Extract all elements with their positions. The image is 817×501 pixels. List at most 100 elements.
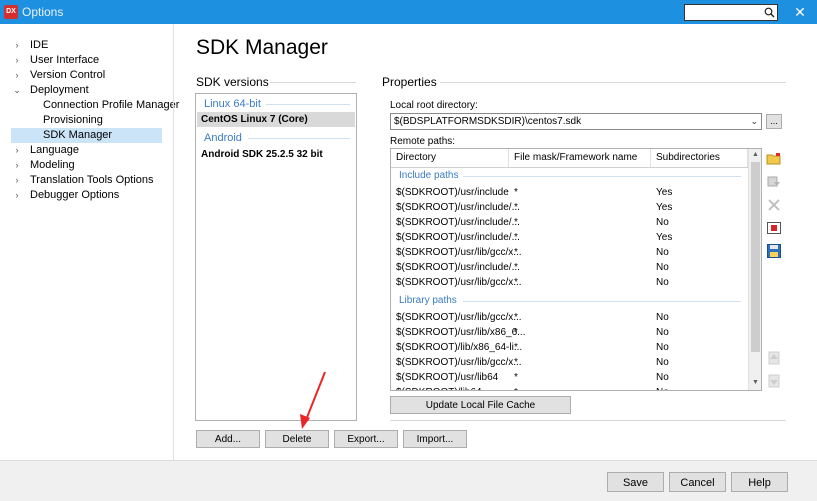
cell-file-mask: *: [514, 247, 518, 258]
chevron-right-icon[interactable]: ›: [11, 68, 23, 83]
export-button[interactable]: Export...: [334, 430, 398, 448]
nav-item[interactable]: › Debugger Options: [11, 188, 162, 203]
cell-directory: $(SDKROOT)/usr/lib/gcc/x...: [396, 247, 522, 258]
cell-file-mask: *: [514, 232, 518, 243]
update-local-file-cache-button[interactable]: Update Local File Cache: [390, 396, 571, 414]
cell-subdirectories: No: [656, 312, 669, 323]
table-row[interactable]: $(SDKROOT)/usr/include/... * Yes: [391, 200, 748, 215]
close-icon[interactable]: ✕: [790, 2, 810, 22]
table-row[interactable]: $(SDKROOT)/usr/include/... * No: [391, 215, 748, 230]
nav-item[interactable]: Provisioning: [11, 113, 162, 128]
properties-divider: [440, 82, 786, 83]
chevron-right-icon[interactable]: ›: [11, 143, 23, 158]
nav-item[interactable]: › Language: [11, 143, 162, 158]
column-subdirectories[interactable]: Subdirectories: [651, 149, 748, 167]
open-folder-icon[interactable]: [766, 151, 782, 167]
cell-directory: $(SDKROOT)/usr/lib/gcc/x...: [396, 357, 522, 368]
table-row[interactable]: $(SDKROOT)/usr/include * Yes: [391, 185, 748, 200]
title-bar: DX Options ✕: [0, 0, 817, 24]
nav-item[interactable]: › Translation Tools Options: [11, 173, 162, 188]
save-icon[interactable]: [766, 243, 782, 259]
stop-icon[interactable]: [766, 220, 782, 236]
chevron-right-icon[interactable]: ›: [11, 158, 23, 173]
grid-group-label: Include paths: [399, 170, 459, 181]
nav-item[interactable]: › Modeling: [11, 158, 162, 173]
properties-bottom-divider: [390, 420, 786, 421]
add-button[interactable]: Add...: [196, 430, 260, 448]
nav-item-label: Provisioning: [43, 114, 103, 126]
chevron-down-icon: ⌄: [750, 116, 758, 126]
scroll-down-icon[interactable]: ▼: [751, 378, 760, 388]
cancel-button[interactable]: Cancel: [669, 472, 726, 492]
scroll-up-icon[interactable]: ▲: [751, 150, 760, 160]
table-row[interactable]: $(SDKROOT)/usr/lib/gcc/x... * No: [391, 245, 748, 260]
table-row[interactable]: $(SDKROOT)/usr/lib/gcc/x... * No: [391, 355, 748, 370]
save-button[interactable]: Save: [607, 472, 664, 492]
sdk-group-android: Android: [204, 132, 242, 144]
sdk-group-linux: Linux 64-bit: [204, 98, 261, 110]
remote-paths-grid: Directory File mask/Framework name Subdi…: [390, 148, 762, 391]
table-row[interactable]: $(SDKROOT)/usr/include/... * Yes: [391, 230, 748, 245]
column-file-mask[interactable]: File mask/Framework name: [509, 149, 651, 167]
nav-item[interactable]: SDK Manager: [11, 128, 162, 143]
nav-item[interactable]: › IDE: [11, 38, 162, 53]
nav-item[interactable]: › Version Control: [11, 68, 162, 83]
local-root-value: $(BDSPLATFORMSDKSDIR)\centos7.sdk: [394, 116, 582, 127]
chevron-right-icon[interactable]: ›: [11, 173, 23, 188]
nav-item-label: SDK Manager: [43, 129, 113, 141]
sdk-item-android[interactable]: Android SDK 25.2.5 32 bit: [197, 147, 355, 162]
browse-button[interactable]: ...: [766, 114, 782, 129]
grid-header: Directory File mask/Framework name Subdi…: [391, 149, 748, 168]
options-search-input[interactable]: [684, 4, 778, 21]
cell-file-mask: *: [514, 277, 518, 288]
cell-directory: $(SDKROOT)/usr/include/...: [396, 217, 520, 228]
cell-directory: $(SDKROOT)/usr/lib/gcc/x...: [396, 312, 522, 323]
cell-subdirectories: No: [656, 327, 669, 338]
move-down-icon[interactable]: [766, 373, 782, 389]
nav-item[interactable]: ⌄ Deployment: [11, 83, 162, 98]
chevron-right-icon[interactable]: ›: [11, 38, 23, 53]
cell-subdirectories: Yes: [656, 187, 673, 198]
nav-item[interactable]: Connection Profile Manager: [11, 98, 179, 113]
delete-button[interactable]: Delete: [265, 430, 329, 448]
cell-subdirectories: No: [656, 372, 669, 383]
cell-subdirectories: Yes: [656, 202, 673, 213]
cell-directory: $(SDKROOT)/usr/include/...: [396, 262, 520, 273]
cell-file-mask: *: [514, 262, 518, 273]
group-divider: [266, 104, 350, 105]
nav-item[interactable]: › User Interface: [11, 53, 162, 68]
properties-label: Properties: [382, 75, 437, 89]
remote-paths-label: Remote paths:: [390, 136, 456, 147]
cell-file-mask: *: [514, 217, 518, 228]
table-row[interactable]: $(SDKROOT)/usr/lib/gcc/x... * No: [391, 275, 748, 290]
chevron-right-icon[interactable]: ›: [11, 188, 23, 203]
table-row[interactable]: $(SDKROOT)/lib/x86_64-li... * No: [391, 340, 748, 355]
delete-path-icon[interactable]: [766, 197, 782, 213]
table-row[interactable]: $(SDKROOT)/usr/include/... * No: [391, 260, 748, 275]
chevron-right-icon[interactable]: ›: [11, 53, 23, 68]
cell-directory: $(SDKROOT)/lib64: [396, 387, 482, 390]
cell-directory: $(SDKROOT)/usr/lib/gcc/x...: [396, 277, 522, 288]
column-directory[interactable]: Directory: [391, 149, 509, 167]
local-root-combo[interactable]: $(BDSPLATFORMSDKSDIR)\centos7.sdk ⌄: [390, 113, 762, 130]
options-tree: › IDE › User Interface › Version Control ⌄ Depl…: [0, 24, 179, 460]
table-row[interactable]: $(SDKROOT)/lib64 * No: [391, 385, 748, 390]
move-up-icon[interactable]: [766, 350, 782, 366]
vertical-divider: [173, 24, 174, 460]
cell-directory: $(SDKROOT)/usr/include: [396, 187, 509, 198]
help-button[interactable]: Help: [731, 472, 788, 492]
sdk-item-centos[interactable]: CentOS Linux 7 (Core): [197, 112, 355, 127]
table-row[interactable]: $(SDKROOT)/usr/lib64 * No: [391, 370, 748, 385]
grid-scrollbar[interactable]: ▲ ▼: [748, 149, 761, 390]
nav-item-label: Deployment: [30, 84, 89, 96]
import-button[interactable]: Import...: [403, 430, 467, 448]
table-row[interactable]: $(SDKROOT)/usr/lib/x86_6... * No: [391, 325, 748, 340]
table-row[interactable]: $(SDKROOT)/usr/lib/gcc/x... * No: [391, 310, 748, 325]
cell-file-mask: *: [514, 327, 518, 338]
scroll-thumb[interactable]: [751, 162, 760, 352]
cell-file-mask: *: [514, 187, 518, 198]
replace-icon[interactable]: [766, 174, 782, 190]
chevron-down-icon[interactable]: ⌄: [11, 83, 23, 98]
cell-directory: $(SDKROOT)/usr/include/...: [396, 202, 520, 213]
nav-item-label: Language: [30, 144, 79, 156]
